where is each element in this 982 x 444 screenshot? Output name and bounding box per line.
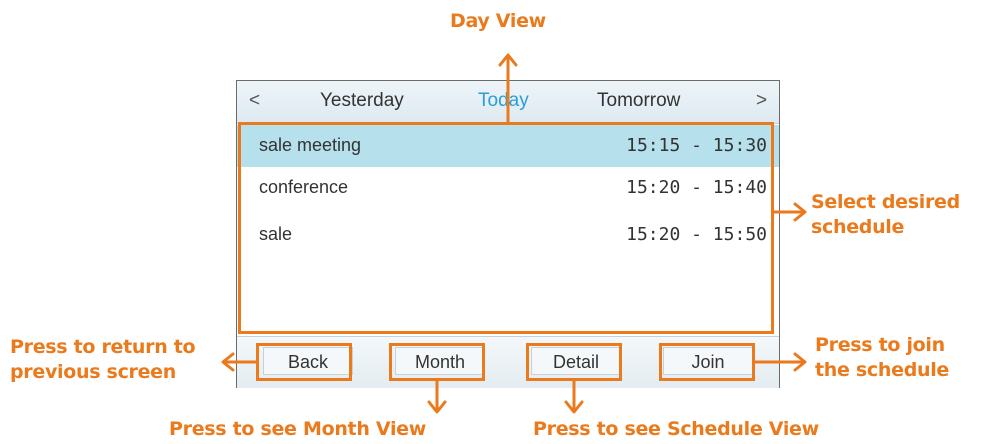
arrow-down-month <box>427 379 447 414</box>
arrow-up-day-view <box>498 53 518 125</box>
arrow-right-join <box>753 352 807 372</box>
callout-arrows <box>221 53 807 414</box>
arrow-left-return <box>221 352 258 372</box>
arrow-right-select <box>772 202 807 222</box>
arrow-down-detail <box>564 379 584 414</box>
